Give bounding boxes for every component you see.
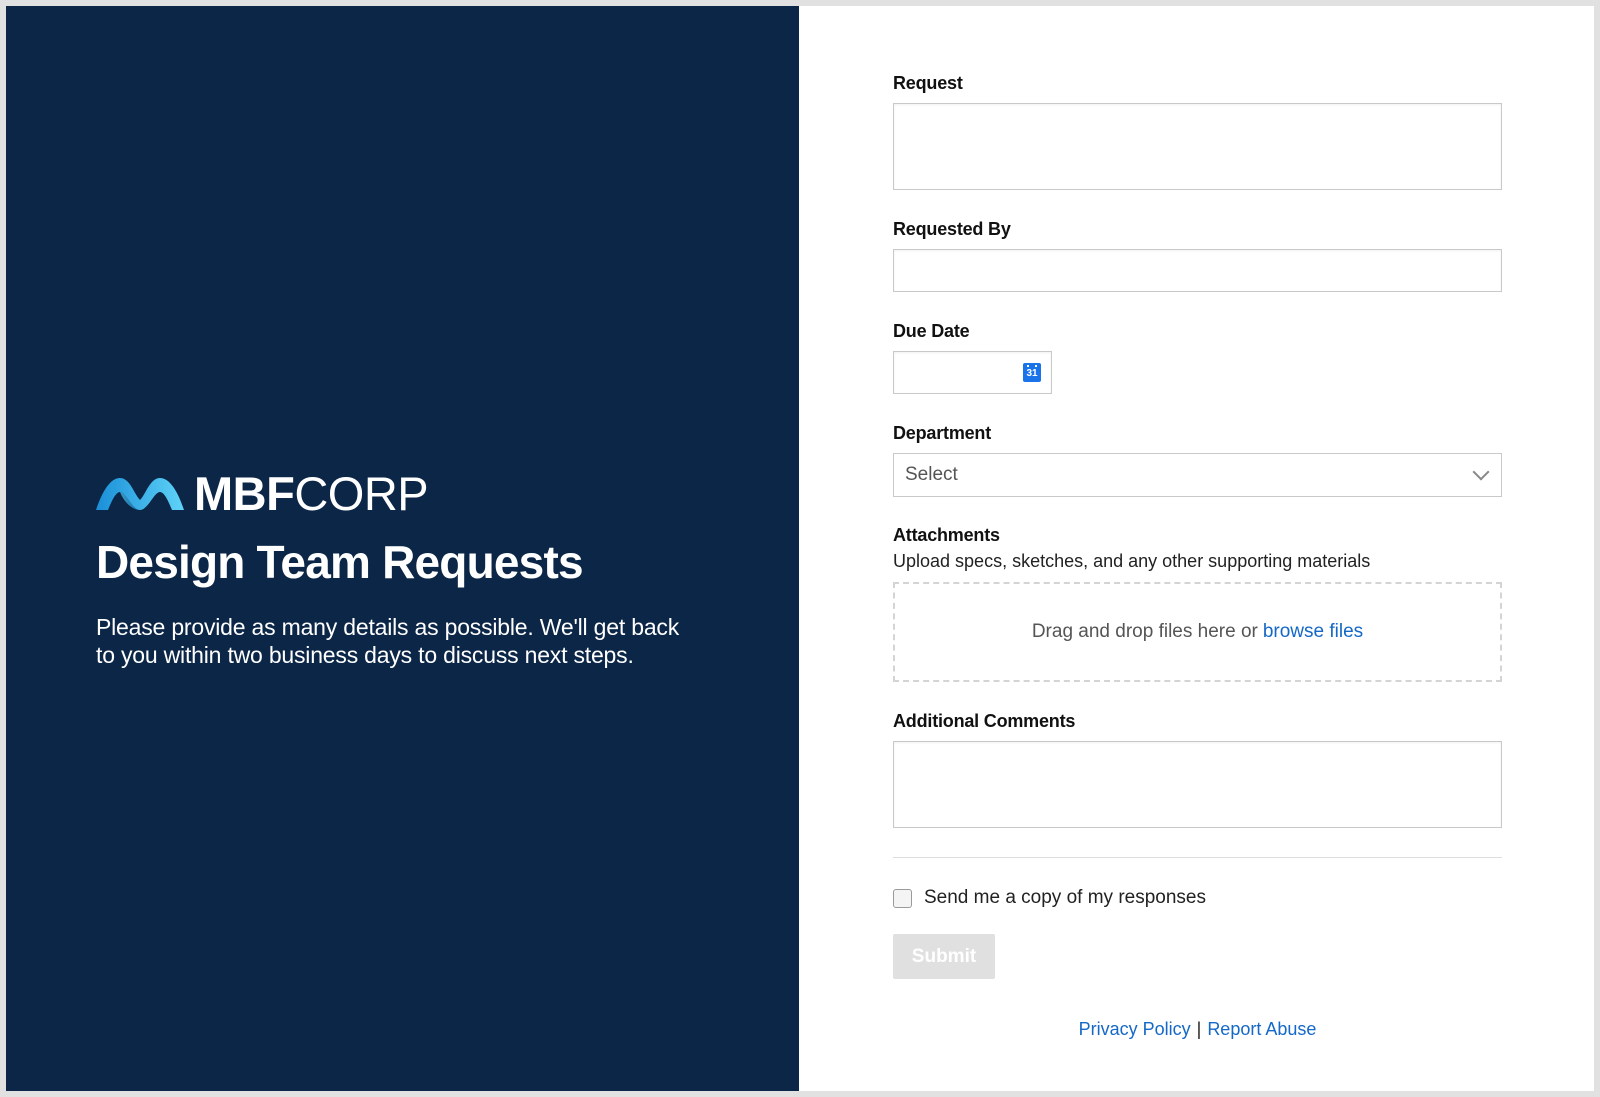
request-textarea[interactable] <box>893 103 1502 190</box>
file-dropzone[interactable]: Drag and drop files here or browse files <box>893 582 1502 682</box>
company-logo: MBFCORP <box>96 469 736 519</box>
footer-separator: | <box>1196 1019 1202 1039</box>
logo-light-text: CORP <box>294 467 429 520</box>
request-label: Request <box>893 73 963 93</box>
attachments-label: Attachments <box>893 525 1000 545</box>
copy-responses-label[interactable]: Send me a copy of my responses <box>924 887 1206 909</box>
chevron-down-icon <box>1472 463 1490 481</box>
department-select[interactable]: Select <box>893 453 1502 497</box>
form-title: Design Team Requests <box>96 536 584 588</box>
form-intro: Please provide as many details as possib… <box>96 614 680 668</box>
report-abuse-link[interactable]: Report Abuse <box>1207 1019 1316 1039</box>
copy-responses-checkbox[interactable] <box>893 888 912 908</box>
request-form: Request Requested By Due Date 31 Departm… <box>893 72 1502 1040</box>
form-divider <box>893 857 1502 858</box>
footer-links: Privacy Policy | Report Abuse <box>893 1019 1502 1040</box>
due-date-label: Due Date <box>893 321 970 341</box>
comments-textarea[interactable] <box>893 741 1502 828</box>
browse-files-link[interactable]: browse files <box>1263 621 1363 643</box>
copy-responses-row[interactable]: Send me a copy of my responses <box>893 887 1502 909</box>
due-date-input[interactable]: 31 <box>893 351 1052 394</box>
wave-logo-icon <box>96 478 184 510</box>
logo-bold-text: MBF <box>194 467 295 520</box>
logo-wordmark: MBFCORP <box>194 467 429 520</box>
comments-label: Additional Comments <box>893 711 1076 731</box>
department-label: Department <box>893 423 992 443</box>
form-panel: Request Requested By Due Date 31 Departm… <box>799 6 1594 1091</box>
brand-panel: MBFCORP Design Team Requests Please prov… <box>6 6 799 1091</box>
department-select-value: Select <box>905 464 958 485</box>
requested-by-label: Requested By <box>893 219 1011 239</box>
attachments-description: Upload specs, sketches, and any other su… <box>893 551 1371 571</box>
page-frame: MBFCORP Design Team Requests Please prov… <box>6 6 1594 1091</box>
calendar-icon[interactable]: 31 <box>1023 363 1041 382</box>
dropzone-text: Drag and drop files here or <box>1031 621 1258 642</box>
privacy-policy-link[interactable]: Privacy Policy <box>1079 1019 1191 1039</box>
requested-by-input[interactable] <box>893 249 1502 292</box>
submit-button[interactable]: Submit <box>893 934 995 979</box>
brand-block: MBFCORP Design Team Requests Please prov… <box>96 469 736 669</box>
